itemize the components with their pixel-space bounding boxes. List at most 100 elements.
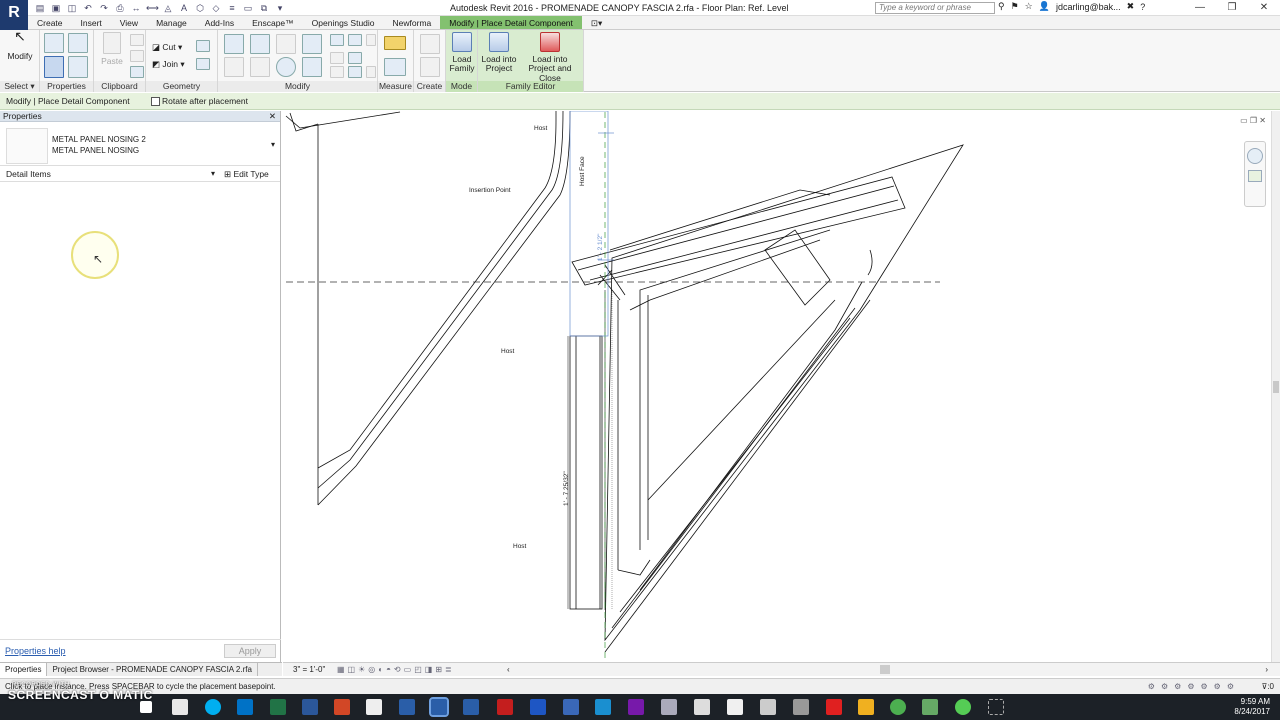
tab-enscape[interactable]: Enscape™: [243, 16, 303, 29]
store-icon[interactable]: [172, 699, 188, 715]
join-button[interactable]: ◩ Join ▾: [152, 59, 185, 70]
cut-button[interactable]: ◪ Cut ▾: [152, 42, 182, 53]
revit-2-icon[interactable]: [463, 699, 479, 715]
app-9-icon[interactable]: [988, 699, 1004, 715]
delete-icon[interactable]: [366, 66, 376, 78]
align-icon[interactable]: [224, 34, 244, 54]
view-scale[interactable]: 3" = 1'-0": [293, 663, 325, 676]
offset-icon[interactable]: [250, 34, 270, 54]
thin-lines-icon[interactable]: ≡: [226, 3, 238, 14]
autocad-icon[interactable]: [497, 699, 513, 715]
revit-icon[interactable]: [399, 699, 415, 715]
rotate-icon[interactable]: [276, 57, 296, 77]
tab-create[interactable]: Create: [28, 16, 72, 29]
view-control-icons[interactable]: ▦◫☀◎◐◓⟲▭◰◨⊞≣: [337, 663, 455, 676]
select-panel-label[interactable]: Select ▾: [0, 81, 39, 92]
open-icon[interactable]: ▤: [34, 3, 46, 14]
save-icon[interactable]: ▣: [50, 3, 62, 14]
unpin-icon[interactable]: [330, 66, 344, 78]
mirror-draw-icon[interactable]: [302, 34, 322, 54]
dimension-temporary[interactable]: 1' - 2 1/2": [597, 234, 604, 261]
trim-multiple-icon[interactable]: [348, 66, 362, 78]
revit-logo[interactable]: R: [0, 0, 28, 30]
trim-extend-icon[interactable]: [302, 57, 322, 77]
paste-button[interactable]: Paste: [100, 32, 124, 66]
outlook-icon[interactable]: [237, 699, 253, 715]
scroll-right-icon[interactable]: ›: [1265, 663, 1268, 676]
undo-icon[interactable]: ↶: [82, 3, 94, 14]
load-into-project-and-close-button[interactable]: Load into Project and Close: [518, 32, 582, 83]
selection-filter-icons[interactable]: ⚙⚙⚙⚙⚙⚙⚙: [1148, 679, 1240, 695]
app-icon[interactable]: [595, 699, 611, 715]
notepad-icon[interactable]: [727, 699, 743, 715]
family-category-icon[interactable]: [68, 56, 88, 78]
dimension-vertical[interactable]: 1' - 7 25/32": [563, 471, 570, 506]
app-3-icon[interactable]: [694, 699, 710, 715]
section-icon[interactable]: ◇: [210, 3, 222, 14]
binoculars-icon[interactable]: ⚲: [998, 1, 1005, 12]
tab-newforma[interactable]: Newforma: [384, 16, 441, 29]
switch-windows-icon[interactable]: ⧉: [258, 3, 270, 14]
user-icon[interactable]: 👤: [1039, 1, 1050, 12]
steering-wheel-icon[interactable]: [1247, 148, 1263, 164]
copy-clip-icon[interactable]: [130, 50, 144, 62]
array-icon[interactable]: [330, 52, 344, 64]
tab-insert[interactable]: Insert: [72, 16, 111, 29]
close-view-icon[interactable]: ✕: [1259, 116, 1266, 125]
aligned-dimension-icon[interactable]: [384, 58, 406, 76]
drawing-area[interactable]: Host Insertion Point Host Face Host Host…: [283, 111, 1280, 662]
paint-icon[interactable]: [196, 58, 210, 70]
exchange-icon[interactable]: ✖: [1127, 1, 1135, 12]
dimension-icon[interactable]: ⟷: [146, 3, 159, 14]
skype-icon[interactable]: [205, 699, 221, 715]
tab-add-ins[interactable]: Add-Ins: [196, 16, 243, 29]
filter-icon[interactable]: ⊽:0: [1261, 679, 1274, 695]
type-selector[interactable]: METAL PANEL NOSING 2 METAL PANEL NOSING …: [0, 122, 280, 166]
tab-project-browser[interactable]: Project Browser - PROMENADE CANOPY FASCI…: [47, 663, 258, 676]
minimize-view-icon[interactable]: ▭: [1240, 116, 1248, 125]
horizontal-scroll-thumb[interactable]: [880, 665, 890, 674]
file-explorer-icon[interactable]: [858, 699, 874, 715]
load-family-button[interactable]: Load Family: [448, 32, 476, 74]
family-types-icon[interactable]: [68, 33, 88, 53]
redo-icon[interactable]: ↷: [98, 3, 110, 14]
apply-button[interactable]: Apply: [224, 644, 276, 658]
zoom-icon[interactable]: [1248, 170, 1262, 182]
ribbon-minimize-icon[interactable]: ⊡▾: [582, 16, 611, 29]
system-clock[interactable]: 9:59 AM 8/24/2017: [1234, 697, 1270, 717]
measure-icon[interactable]: [384, 36, 406, 50]
app-8-icon[interactable]: [955, 699, 971, 715]
chrome-icon[interactable]: [890, 699, 906, 715]
app-6-icon[interactable]: [826, 699, 842, 715]
load-into-project-button[interactable]: Load into Project: [480, 32, 518, 74]
qat-dropdown-icon[interactable]: ▾: [274, 3, 286, 14]
excel-icon[interactable]: [270, 699, 286, 715]
search-input[interactable]: Type a keyword or phrase: [875, 2, 995, 14]
3d-view-icon[interactable]: ⬡: [194, 3, 206, 14]
tag-icon[interactable]: ◬: [162, 3, 174, 14]
chevron-down-icon[interactable]: ▾: [211, 166, 215, 182]
close-icon[interactable]: ✕: [1248, 0, 1280, 16]
word-icon[interactable]: [302, 699, 318, 715]
subscription-icon[interactable]: ⚑: [1011, 1, 1019, 12]
pin-icon[interactable]: [366, 34, 376, 46]
copy-icon[interactable]: [250, 57, 270, 77]
scroll-left-icon[interactable]: ‹: [507, 663, 510, 676]
app-5-icon[interactable]: [793, 699, 809, 715]
close-icon[interactable]: ✕: [269, 111, 276, 122]
revit-3-icon[interactable]: [563, 699, 579, 715]
tab-manage[interactable]: Manage: [147, 16, 196, 29]
properties-icon[interactable]: [44, 56, 64, 78]
scrollbar-thumb[interactable]: [1273, 381, 1279, 393]
help-icon[interactable]: ?: [1140, 2, 1145, 12]
app-2-icon[interactable]: [661, 699, 677, 715]
minimize-icon[interactable]: —: [1184, 0, 1216, 16]
start-icon[interactable]: [140, 701, 152, 713]
user-name[interactable]: jdcarling@bak...: [1056, 2, 1121, 12]
modify-button[interactable]: ↖ Modify: [6, 29, 34, 62]
cut-clip-icon[interactable]: [130, 34, 144, 46]
tab-openings-studio[interactable]: Openings Studio: [303, 16, 384, 29]
close-hidden-icon[interactable]: ▭: [242, 3, 254, 14]
onenote-icon[interactable]: [628, 699, 644, 715]
rotate-checkbox[interactable]: [151, 97, 160, 106]
